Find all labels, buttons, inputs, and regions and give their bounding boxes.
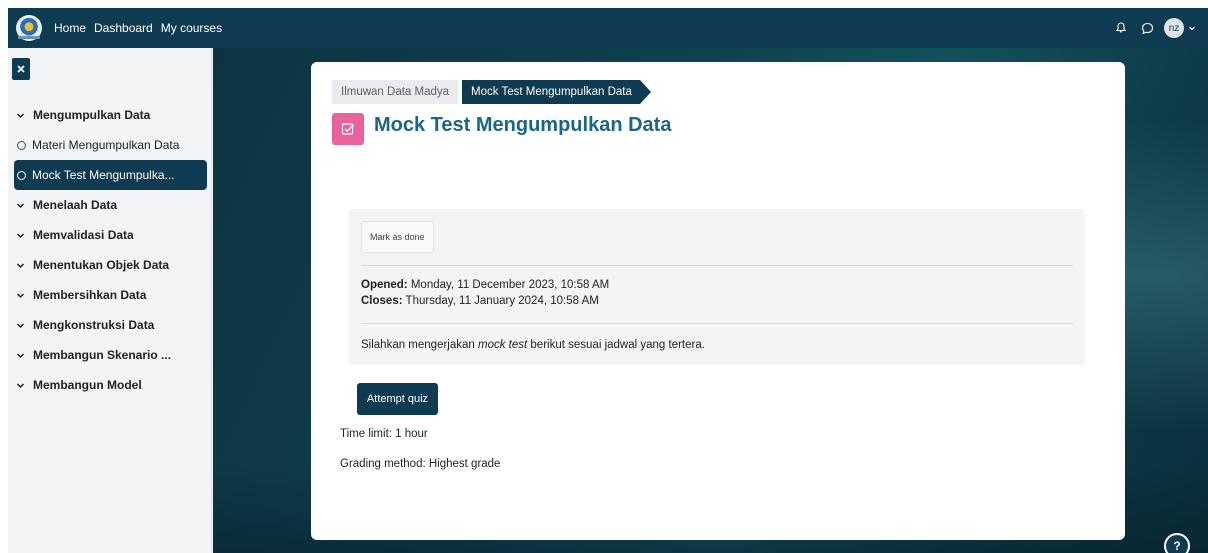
nav-dashboard-link[interactable]: Dashboard (94, 21, 153, 35)
chevron-down-icon (16, 381, 28, 390)
close-sidebar-button[interactable] (12, 58, 30, 80)
course-index-list: Mengumpulkan Data Materi Mengumpulkan Da… (8, 100, 212, 400)
nav-home-link[interactable]: Home (54, 21, 86, 35)
opened-value: Monday, 11 December 2023, 10:58 AM (410, 279, 610, 291)
activity-info-box: Mark as done Opened: Monday, 11 December… (349, 209, 1085, 365)
chat-bubble-icon[interactable] (1136, 17, 1158, 39)
avatar[interactable]: nz (1164, 18, 1184, 38)
circle-icon (17, 140, 26, 150)
sidebar-item-label: Membersihkan Data (33, 288, 147, 302)
sidebar-item-label: Menelaah Data (33, 198, 118, 212)
sidebar-item-label: Memvalidasi Data (33, 228, 134, 242)
page-header: Mock Test Mengumpulkan Data (332, 113, 671, 145)
top-navbar: Home Dashboard My courses nz (8, 8, 1208, 48)
sidebar-item-label: Mengkonstruksi Data (33, 318, 155, 332)
breadcrumb-current[interactable]: Mock Test Mengumpulkan Data (462, 80, 651, 104)
divider (361, 323, 1073, 324)
sidebar-item-label: Menentukan Objek Data (33, 258, 170, 272)
closes-value: Thursday, 11 January 2024, 10:58 AM (405, 295, 599, 307)
quiz-icon (332, 113, 364, 145)
sidebar-section-mengkonstruksi-data[interactable]: Mengkonstruksi Data (8, 310, 212, 340)
chevron-down-icon (16, 201, 28, 210)
chevron-down-icon (16, 351, 28, 360)
divider (361, 265, 1073, 266)
description-emphasis: mock test (478, 339, 528, 351)
sidebar-item-label: Mock Test Mengumpulka... (32, 168, 175, 182)
chevron-down-icon (16, 231, 28, 240)
site-logo[interactable] (16, 15, 42, 41)
description-text: Silahkan mengerjakan (361, 339, 478, 351)
help-button[interactable]: ? (1164, 533, 1190, 553)
mark-as-done-button[interactable]: Mark as done (361, 221, 434, 253)
close-icon (17, 65, 25, 73)
sidebar-section-mengumpulkan-data[interactable]: Mengumpulkan Data (8, 100, 212, 130)
opened-label: Opened: (361, 279, 408, 291)
sidebar-section-memvalidasi-data[interactable]: Memvalidasi Data (8, 220, 212, 250)
breadcrumb: Ilmuwan Data Madya Mock Test Mengumpulka… (332, 80, 651, 104)
sidebar-item-label: Membangun Model (33, 378, 142, 392)
activity-card: Ilmuwan Data Madya Mock Test Mengumpulka… (311, 62, 1125, 540)
chevron-down-icon (16, 291, 28, 300)
chevron-down-icon (16, 111, 28, 120)
time-limit-text: Time limit: 1 hour (340, 428, 428, 440)
attempt-quiz-button[interactable]: Attempt quiz (357, 383, 438, 415)
activity-dates: Opened: Monday, 11 December 2023, 10:58 … (361, 277, 609, 309)
sidebar-section-membangun-model[interactable]: Membangun Model (8, 370, 212, 400)
nav-my-courses-link[interactable]: My courses (161, 21, 222, 35)
sidebar-section-menelaah-data[interactable]: Menelaah Data (8, 190, 212, 220)
chevron-down-icon[interactable] (1188, 24, 1196, 32)
frame-top-strip (0, 0, 1208, 8)
sidebar-item-label: Materi Mengumpulkan Data (32, 138, 180, 152)
chevron-down-icon (16, 321, 28, 330)
sidebar-section-membangun-skenario[interactable]: Membangun Skenario ... (8, 340, 212, 370)
sidebar-item-label: Membangun Skenario ... (33, 348, 172, 362)
closes-label: Closes: (361, 295, 403, 307)
breadcrumb-course[interactable]: Ilmuwan Data Madya (332, 80, 459, 104)
grading-method-text: Grading method: Highest grade (340, 458, 501, 470)
circle-icon (17, 170, 26, 180)
sidebar-section-menentukan-objek-data[interactable]: Menentukan Objek Data (8, 250, 212, 280)
sidebar-item-label: Mengumpulkan Data (33, 108, 151, 122)
bell-icon[interactable] (1110, 17, 1132, 39)
activity-description: Silahkan mengerjakan mock test berikut s… (361, 339, 705, 351)
course-index-sidebar: Mengumpulkan Data Materi Mengumpulkan Da… (8, 48, 212, 553)
sidebar-activity-mock-test[interactable]: Mock Test Mengumpulka... (14, 160, 207, 190)
description-text: berikut sesuai jadwal yang tertera. (527, 339, 705, 351)
sidebar-activity-materi[interactable]: Materi Mengumpulkan Data (8, 130, 212, 160)
page-title: Mock Test Mengumpulkan Data (374, 113, 672, 136)
navbar-user-area: nz (1106, 17, 1196, 39)
chevron-down-icon (16, 261, 28, 270)
sidebar-section-membersihkan-data[interactable]: Membersihkan Data (8, 280, 212, 310)
frame-left-strip (0, 0, 8, 553)
